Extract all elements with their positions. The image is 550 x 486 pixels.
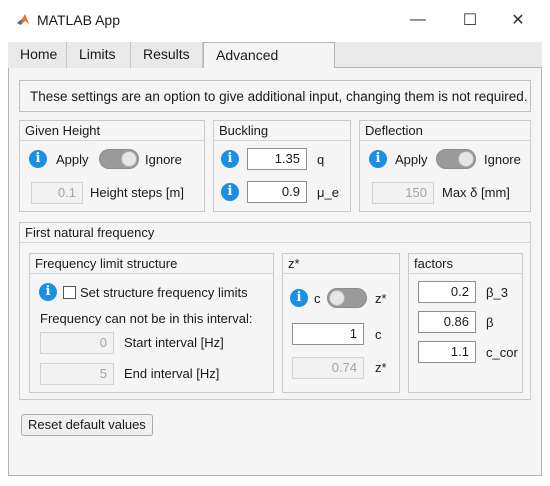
window-title: MATLAB App (37, 12, 121, 28)
info-icon[interactable]: i (369, 150, 387, 168)
structure-frequency-checkbox[interactable] (63, 286, 76, 299)
frequency-interval-note: Frequency can not be in this interval: (40, 311, 253, 326)
info-icon[interactable]: i (39, 283, 57, 301)
tab-home[interactable]: Home (8, 42, 67, 68)
c-cor-label: c_cor (486, 345, 518, 360)
advanced-settings-panel: These settings are an option to give add… (8, 68, 542, 476)
deflection-title: Deflection (360, 121, 530, 141)
structure-frequency-checkbox-label: Set structure frequency limits (80, 285, 248, 300)
info-icon[interactable]: i (221, 183, 239, 201)
reset-default-values-button[interactable]: Reset default values (21, 414, 153, 436)
tab-results[interactable]: Results (131, 42, 203, 68)
buckling-title: Buckling (214, 121, 350, 141)
close-button[interactable]: ✕ (503, 8, 533, 32)
window-titlebar: MATLAB App — ☐ ✕ (0, 0, 550, 40)
end-interval-label: End interval [Hz] (124, 366, 220, 381)
start-interval-label: Start interval [Hz] (124, 335, 224, 350)
beta3-field[interactable]: 0.2 (418, 281, 476, 303)
c-label: c (375, 327, 382, 342)
minimize-button[interactable]: — (403, 8, 433, 32)
tab-advanced-settings[interactable]: Advanced settings (203, 42, 335, 88)
height-steps-label: Height steps [m] (90, 185, 184, 200)
given-height-toggle[interactable] (99, 149, 139, 169)
start-interval-field[interactable]: 0 (40, 332, 114, 354)
deflection-ignore-label: Ignore (484, 152, 521, 167)
tab-limits[interactable]: Limits (67, 42, 131, 68)
height-steps-field[interactable]: 0.1 (31, 182, 83, 204)
info-icon[interactable]: i (221, 150, 239, 168)
toggle-knob (121, 151, 137, 167)
mu-e-label: μ_e (317, 185, 339, 200)
given-height-apply-label: Apply (56, 152, 89, 167)
mu-e-field[interactable]: 0.9 (247, 181, 307, 203)
buckling-panel: Buckling i 1.35 q i 0.9 μ_e (213, 120, 351, 212)
z-star-toggle-z-label: z* (375, 291, 387, 306)
factors-title: factors (409, 254, 522, 274)
info-banner-text: These settings are an option to give add… (30, 89, 528, 104)
z-star-panel: z* i c z* 1 c 0.74 z* (282, 253, 400, 393)
max-delta-field[interactable]: 150 (372, 182, 434, 204)
z-star-field[interactable]: 0.74 (292, 357, 364, 379)
frequency-limit-structure-title: Frequency limit structure (30, 254, 273, 274)
maximize-button[interactable]: ☐ (455, 8, 485, 32)
c-field[interactable]: 1 (292, 323, 364, 345)
c-z-star-toggle[interactable] (327, 288, 367, 308)
end-interval-field[interactable]: 5 (40, 363, 114, 385)
first-natural-frequency-panel: First natural frequency Frequency limit … (19, 222, 531, 400)
info-banner: These settings are an option to give add… (19, 80, 531, 112)
first-natural-frequency-title: First natural frequency (20, 223, 530, 243)
q-label: q (317, 152, 325, 167)
z-star-toggle-c-label: c (314, 291, 321, 306)
given-height-panel: Given Height i Apply Ignore 0.1 Height s… (19, 120, 205, 212)
factors-panel: factors 0.2 β_3 0.86 β 1.1 c_cor (408, 253, 523, 393)
matlab-logo-icon (17, 14, 29, 25)
toggle-knob (329, 290, 345, 306)
info-icon[interactable]: i (29, 150, 47, 168)
z-star-label: z* (375, 360, 387, 375)
z-star-title: z* (283, 254, 399, 274)
q-field[interactable]: 1.35 (247, 148, 307, 170)
given-height-ignore-label: Ignore (145, 152, 182, 167)
toggle-knob (458, 151, 474, 167)
beta-field[interactable]: 0.86 (418, 311, 476, 333)
deflection-toggle[interactable] (436, 149, 476, 169)
beta-label: β (486, 315, 494, 330)
deflection-panel: Deflection i Apply Ignore 150 Max δ [mm] (359, 120, 531, 212)
info-icon[interactable]: i (290, 289, 308, 307)
max-delta-label: Max δ [mm] (442, 185, 510, 200)
frequency-limit-structure-panel: Frequency limit structure i Set structur… (29, 253, 274, 393)
beta3-label: β_3 (486, 285, 508, 300)
tab-strip: Home Limits Results Advanced settings (8, 42, 542, 88)
given-height-title: Given Height (20, 121, 204, 141)
c-cor-field[interactable]: 1.1 (418, 341, 476, 363)
deflection-apply-label: Apply (395, 152, 428, 167)
